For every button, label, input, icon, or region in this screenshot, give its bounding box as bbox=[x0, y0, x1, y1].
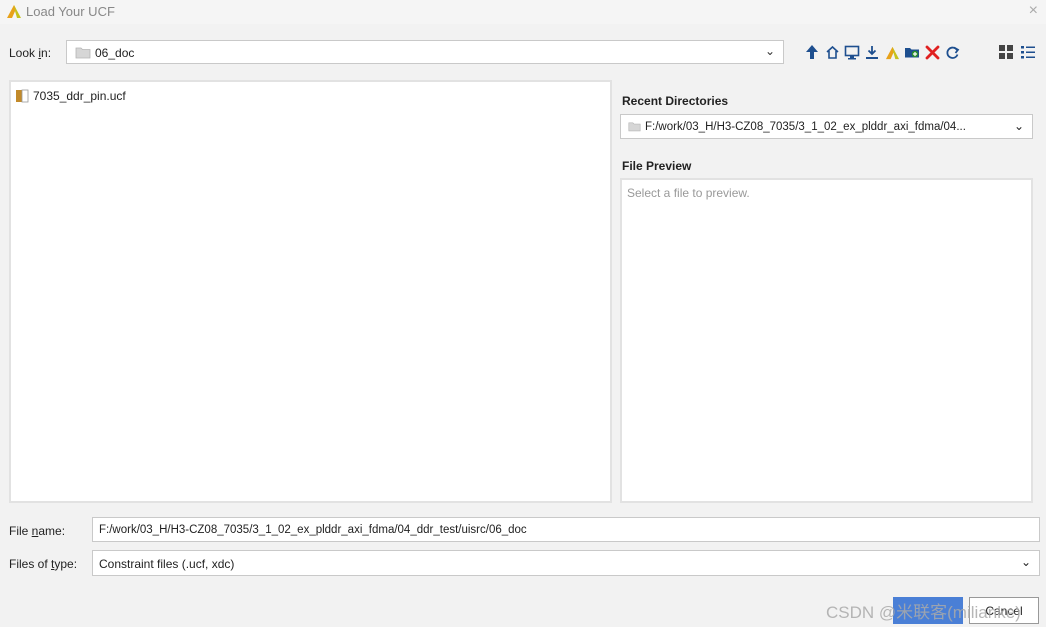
download-button[interactable] bbox=[862, 42, 882, 62]
refresh-button[interactable] bbox=[942, 42, 962, 62]
home-icon bbox=[825, 45, 839, 59]
file-preview-placeholder: Select a file to preview. bbox=[627, 186, 750, 200]
file-preview-panel: Select a file to preview. bbox=[620, 178, 1033, 503]
look-in-label: Look in: bbox=[9, 46, 52, 60]
file-name-label: File name: bbox=[9, 524, 66, 538]
chevron-down-icon: ⌄ bbox=[1013, 119, 1024, 133]
ok-button[interactable] bbox=[893, 597, 963, 624]
window-title: Load Your UCF bbox=[26, 4, 115, 19]
recent-directory-value: F:/work/03_H/H3-CZ08_7035/3_1_02_ex_pldd… bbox=[645, 121, 966, 133]
delete-icon bbox=[925, 45, 939, 59]
files-of-type-dropdown[interactable]: Constraint files (.ucf, xdc) ⌄ bbox=[92, 550, 1040, 576]
vivado-logo-icon bbox=[7, 5, 21, 18]
list-item[interactable]: 7035_ddr_pin.ucf bbox=[15, 88, 126, 104]
file-icon bbox=[16, 89, 29, 103]
new-folder-button[interactable] bbox=[902, 42, 922, 62]
file-preview-label: File Preview bbox=[622, 159, 692, 173]
home-button[interactable] bbox=[822, 42, 842, 62]
cancel-button[interactable]: Cancel bbox=[969, 597, 1039, 624]
file-list[interactable]: 7035_ddr_pin.ucf bbox=[9, 80, 612, 503]
list-view-icon bbox=[1021, 46, 1035, 59]
files-of-type-label: Files of type: bbox=[9, 557, 78, 571]
list-view-button[interactable] bbox=[1018, 42, 1038, 62]
title-bar: Load Your UCF × bbox=[0, 0, 1046, 24]
folder-icon bbox=[75, 47, 91, 59]
look-in-dropdown[interactable]: 06_doc ⌄ bbox=[66, 40, 784, 64]
files-of-type-value: Constraint files (.ucf, xdc) bbox=[99, 557, 235, 571]
desktop-button[interactable] bbox=[842, 42, 862, 62]
thumbnail-view-button[interactable] bbox=[996, 42, 1016, 62]
thumbnail-view-icon bbox=[999, 45, 1013, 59]
refresh-icon bbox=[946, 46, 959, 59]
vivado-icon bbox=[885, 46, 899, 59]
recent-directories-dropdown[interactable]: F:/work/03_H/H3-CZ08_7035/3_1_02_ex_pldd… bbox=[620, 114, 1033, 139]
new-folder-icon bbox=[905, 48, 919, 58]
close-icon[interactable]: × bbox=[1029, 2, 1038, 20]
recent-directories-label: Recent Directories bbox=[622, 94, 729, 108]
file-name-input[interactable] bbox=[92, 517, 1040, 542]
folder-icon bbox=[628, 122, 641, 132]
desktop-icon bbox=[844, 45, 860, 59]
vivado-project-button[interactable] bbox=[882, 42, 902, 62]
download-icon bbox=[866, 45, 878, 59]
up-arrow-icon bbox=[806, 45, 818, 59]
look-in-value: 06_doc bbox=[95, 46, 135, 60]
up-folder-button[interactable] bbox=[802, 42, 822, 62]
chevron-down-icon: ⌄ bbox=[764, 44, 775, 58]
file-name-text: 7035_ddr_pin.ucf bbox=[33, 89, 126, 103]
chevron-down-icon: ⌄ bbox=[1020, 555, 1031, 569]
delete-button[interactable] bbox=[922, 42, 942, 62]
